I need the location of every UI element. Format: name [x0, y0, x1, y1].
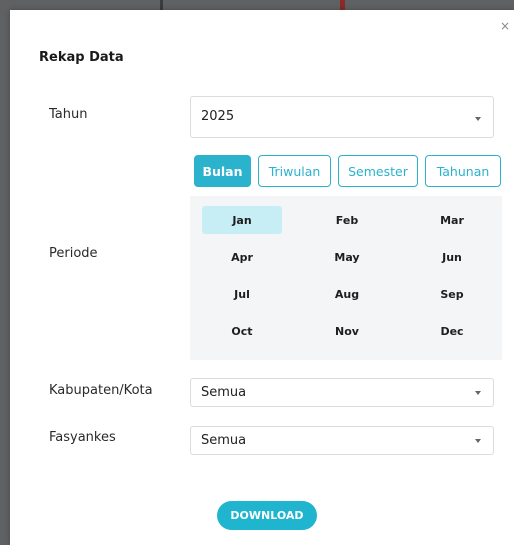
periode-label: Periode	[49, 246, 98, 261]
dialog-title: Rekap Data	[39, 50, 124, 65]
month-may[interactable]: May	[307, 243, 387, 271]
month-nov[interactable]: Nov	[307, 317, 387, 345]
close-icon[interactable]: ×	[500, 20, 510, 32]
tahun-label: Tahun	[49, 107, 88, 122]
tab-triwulan[interactable]: Triwulan	[258, 155, 331, 187]
tab-tahunan[interactable]: Tahunan	[425, 155, 501, 187]
month-sep[interactable]: Sep	[412, 280, 492, 308]
tahun-value: 2025	[201, 109, 235, 124]
month-aug[interactable]: Aug	[307, 280, 387, 308]
month-dec[interactable]: Dec	[412, 317, 492, 345]
month-apr[interactable]: Apr	[202, 243, 282, 271]
kabupaten-label: Kabupaten/Kota	[49, 383, 153, 398]
month-jun[interactable]: Jun	[412, 243, 492, 271]
month-feb[interactable]: Feb	[307, 206, 387, 234]
month-picker: Jan Feb Mar Apr May Jun Jul Aug Sep Oct …	[190, 196, 502, 360]
fasyankes-value: Semua	[201, 433, 247, 448]
tahun-select[interactable]: 2025	[190, 96, 494, 138]
chevron-down-icon	[475, 391, 481, 395]
tab-semester[interactable]: Semester	[338, 155, 418, 187]
rekap-data-dialog: × Rekap Data Tahun 2025 Periode Bulan Tr…	[10, 10, 514, 545]
backdrop-shape	[160, 0, 163, 10]
month-oct[interactable]: Oct	[202, 317, 282, 345]
month-jan[interactable]: Jan	[202, 206, 282, 234]
month-mar[interactable]: Mar	[412, 206, 492, 234]
month-jul[interactable]: Jul	[202, 280, 282, 308]
chevron-down-icon	[475, 439, 481, 443]
kabupaten-select[interactable]: Semua	[190, 378, 494, 407]
kabupaten-value: Semua	[201, 385, 247, 400]
tab-bulan[interactable]: Bulan	[194, 155, 251, 187]
backdrop-shape	[340, 0, 345, 10]
fasyankes-select[interactable]: Semua	[190, 426, 494, 455]
fasyankes-label: Fasyankes	[49, 430, 116, 445]
chevron-down-icon	[475, 117, 481, 121]
download-button[interactable]: DOWNLOAD	[217, 501, 317, 530]
